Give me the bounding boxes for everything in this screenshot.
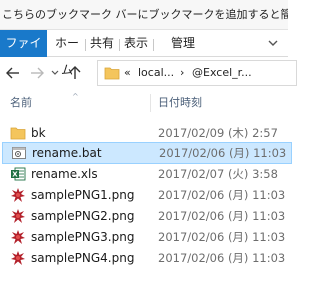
file-date: 2017/02/06 (月) 11:03 [158, 209, 286, 223]
tab-share[interactable]: 共有 [87, 30, 117, 57]
image-file-icon [11, 188, 25, 202]
tab-home[interactable]: ホーム [50, 30, 84, 77]
file-date: 2017/02/06 (月) 11:03 [158, 188, 286, 202]
chevron-down-icon[interactable] [266, 36, 280, 50]
breadcrumb-current-folder[interactable]: @Excel_r... [192, 61, 252, 85]
bookmark-bar: こちらのブックマーク バーにブックマークを追加すると簡単に... [0, 0, 288, 30]
file-name: rename.bat [32, 146, 102, 160]
address-bar[interactable]: « local... › @Excel_r... [97, 60, 297, 86]
file-name: samplePNG4.png [31, 251, 135, 265]
file-date: 2017/02/07 (火) 3:58 [158, 167, 278, 181]
image-file-icon [11, 251, 25, 265]
file-name: samplePNG2.png [31, 209, 135, 223]
tab-view[interactable]: 表示 [121, 30, 151, 57]
file-name: bk [31, 126, 46, 140]
up-arrow-icon[interactable] [66, 64, 84, 82]
list-item[interactable]: bk 2017/02/09 (木) 2:57 [2, 123, 292, 143]
bookmark-bar-text: こちらのブックマーク バーにブックマークを追加すると簡単に... [2, 8, 288, 21]
file-date: 2017/02/06 (月) 11:03 [158, 230, 286, 244]
column-divider[interactable] [150, 94, 151, 112]
ribbon-tabs: ファイル ホーム 共有 表示 管理 [0, 30, 288, 77]
file-name: samplePNG1.png [31, 188, 135, 202]
file-date: 2017/02/06 (月) 11:03 [158, 251, 286, 265]
forward-arrow-icon[interactable] [28, 64, 46, 82]
navigation-bar: « local... › @Excel_r... [0, 58, 297, 88]
list-item[interactable]: X rename.xls 2017/02/07 (火) 3:58 [2, 164, 292, 184]
excel-file-icon: X [11, 167, 26, 181]
file-name: samplePNG3.png [31, 230, 135, 244]
ribbon-divider [153, 39, 154, 51]
folder-icon [104, 67, 120, 80]
folder-icon [10, 127, 26, 140]
column-header-row: ^ 名前 日付時刻 [0, 92, 288, 114]
svg-text:X: X [12, 171, 18, 179]
file-name: rename.xls [31, 167, 98, 181]
image-file-icon [11, 230, 25, 244]
list-item[interactable]: samplePNG4.png 2017/02/06 (月) 11:03 [2, 248, 292, 268]
file-date: 2017/02/09 (木) 2:57 [158, 126, 278, 140]
ribbon-divider [85, 39, 86, 51]
file-date: 2017/02/06 (月) 11:03 [159, 146, 287, 160]
list-item-selected[interactable]: rename.bat 2017/02/06 (月) 11:03 [2, 142, 292, 164]
breadcrumb-local[interactable]: local... [138, 61, 174, 85]
column-header-date[interactable]: 日付時刻 [158, 92, 202, 114]
list-item[interactable]: samplePNG2.png 2017/02/06 (月) 11:03 [2, 206, 292, 226]
ribbon-divider [119, 39, 120, 51]
list-item[interactable]: samplePNG3.png 2017/02/06 (月) 11:03 [2, 227, 292, 247]
sort-caret-icon: ^ [72, 92, 79, 101]
breadcrumb-overflow[interactable]: « [124, 61, 131, 85]
recent-locations-chevron-icon[interactable] [50, 64, 60, 82]
tab-manage[interactable]: 管理 [163, 30, 203, 57]
list-item[interactable]: samplePNG1.png 2017/02/06 (月) 11:03 [2, 185, 292, 205]
tab-file[interactable]: ファイル [0, 30, 47, 77]
column-header-name[interactable]: 名前 [10, 92, 32, 114]
batch-file-icon [12, 147, 26, 159]
breadcrumb-separator[interactable]: › [180, 61, 184, 85]
image-file-icon [11, 209, 25, 223]
back-arrow-icon[interactable] [4, 64, 22, 82]
